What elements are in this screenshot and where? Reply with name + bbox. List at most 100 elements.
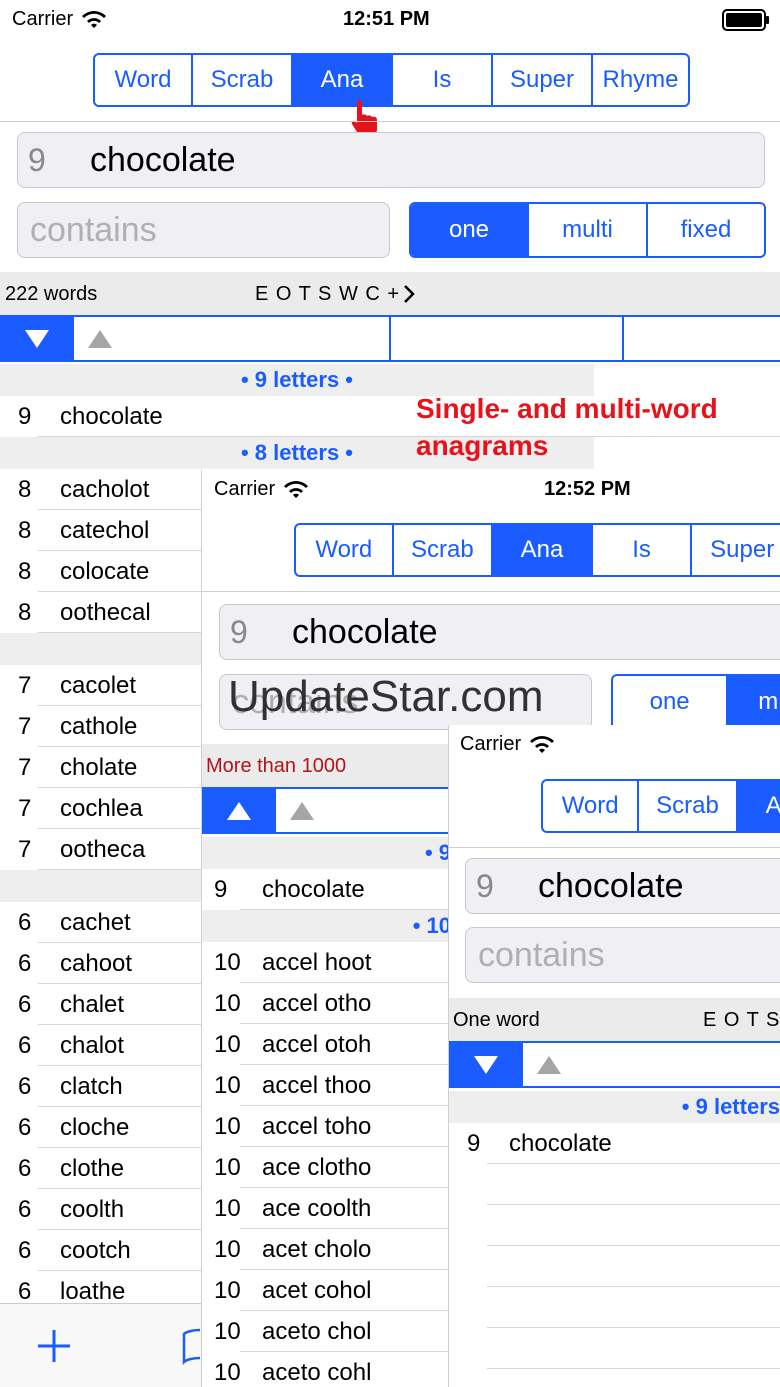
empty-row: [449, 1369, 780, 1387]
word-length: 8: [18, 475, 32, 503]
sort-descending-button[interactable]: [0, 317, 74, 360]
word-length: 10: [214, 1276, 241, 1304]
results-bar: 222 words E O T S W C +: [0, 272, 780, 316]
word-length: 10: [214, 1112, 241, 1140]
clock: 12:51 PM: [343, 8, 430, 30]
word-length: 6: [18, 1277, 32, 1305]
tab-super[interactable]: Super: [692, 525, 780, 575]
top-letters: E O T S W C +: [255, 282, 401, 305]
tab-ana[interactable]: Ana: [493, 525, 593, 575]
word-list: • 9 letters 9 chocolate: [449, 1091, 780, 1387]
word-value: chocolate: [538, 866, 684, 905]
word-length: 8: [18, 516, 32, 544]
empty-row: [449, 1164, 780, 1205]
word-length: 9: [18, 402, 32, 430]
mode-fixed[interactable]: fixed: [648, 204, 764, 256]
mode-one[interactable]: one: [411, 204, 529, 256]
header-divider: [449, 847, 780, 848]
wifi-icon: [284, 480, 309, 498]
word-length: 7: [18, 753, 32, 781]
sort-bar: [0, 315, 780, 362]
tab-is[interactable]: Is: [593, 525, 693, 575]
tab-is[interactable]: Is: [393, 55, 493, 105]
sort-column-2[interactable]: [391, 317, 624, 360]
word-length: 10: [214, 989, 241, 1017]
word-length: 10: [214, 1317, 241, 1345]
mode-tabs: Word Scrab A: [541, 779, 780, 833]
triangle-up-icon: [290, 801, 314, 820]
tab-rhyme[interactable]: Rhyme: [593, 55, 688, 105]
word-input[interactable]: 9 chocolate: [17, 132, 765, 188]
word-length: 10: [214, 1071, 241, 1099]
sort-column-3[interactable]: [624, 317, 780, 360]
list-item[interactable]: 9 chocolate: [449, 1123, 780, 1164]
results-bar: One word E O T S: [449, 998, 780, 1042]
word-value: chocolate: [292, 612, 438, 651]
word-length: 6: [18, 1195, 32, 1223]
word-length: 9: [476, 867, 494, 904]
triangle-down-icon: [474, 1055, 498, 1074]
carrier-label: Carrier: [460, 733, 555, 756]
sort-bar: [449, 1041, 780, 1088]
wifi-icon: [82, 10, 107, 28]
word-count-mode: one m: [611, 674, 780, 730]
word-length: 7: [18, 835, 32, 863]
word-length: 10: [214, 1235, 241, 1263]
contains-placeholder: contains: [478, 935, 605, 974]
tab-super[interactable]: Super: [493, 55, 593, 105]
status-bar: Carrier 12:52 PM: [202, 470, 780, 510]
empty-row: [449, 1205, 780, 1246]
wifi-icon: [530, 735, 555, 753]
mode-one[interactable]: one: [613, 676, 729, 728]
word-length: 10: [214, 948, 241, 976]
header-divider: [0, 121, 780, 122]
empty-row: [449, 1287, 780, 1328]
tab-scrab[interactable]: Scrab: [639, 781, 738, 831]
word-length: 10: [214, 1358, 241, 1386]
sort-ascending-button[interactable]: [202, 789, 276, 832]
word-length: 9: [214, 875, 228, 903]
tab-ana[interactable]: A: [737, 781, 780, 831]
word-length: 6: [18, 908, 32, 936]
contains-placeholder: contains: [30, 210, 157, 249]
word-length: 6: [18, 990, 32, 1018]
word-length: 6: [18, 1154, 32, 1182]
tab-scrab[interactable]: Scrab: [394, 525, 494, 575]
tab-word[interactable]: Word: [95, 55, 193, 105]
word-input[interactable]: 9 chocolate: [219, 604, 780, 660]
mode-tabs: Word Scrab Ana Is Super: [294, 523, 780, 577]
status-bar: Carrier: [449, 725, 780, 765]
word-length: 6: [18, 949, 32, 977]
word-length: 9: [230, 613, 248, 650]
word-text: chocolate: [509, 1129, 612, 1157]
word-input[interactable]: 9 chocolate: [465, 858, 780, 914]
word-length: 9: [28, 141, 46, 178]
contains-input[interactable]: contains: [17, 202, 390, 258]
tab-scrab[interactable]: Scrab: [193, 55, 293, 105]
word-length: 7: [18, 671, 32, 699]
screen-oneword: Carrier Word Scrab A 9 chocolate contain…: [448, 725, 780, 1387]
word-length: 10: [214, 1153, 241, 1181]
sort-ascending-button[interactable]: [74, 317, 391, 360]
sort-ascending-button[interactable]: [523, 1043, 780, 1086]
tab-word[interactable]: Word: [296, 525, 394, 575]
triangle-down-icon: [25, 329, 49, 348]
result-count: More than 1000: [206, 754, 347, 777]
mode-multi[interactable]: m: [728, 676, 780, 728]
word-length: 8: [18, 557, 32, 585]
empty-row: [449, 1328, 780, 1369]
plus-icon[interactable]: [36, 1328, 72, 1364]
sort-descending-button[interactable]: [449, 1043, 523, 1086]
triangle-up-icon: [88, 329, 112, 348]
chevron-right-icon[interactable]: [402, 284, 416, 304]
word-length: 10: [214, 1194, 241, 1222]
contains-input[interactable]: contains: [465, 927, 780, 983]
mode-multi[interactable]: multi: [529, 204, 648, 256]
triangle-up-icon: [537, 1055, 561, 1074]
tab-word[interactable]: Word: [543, 781, 640, 831]
word-length: 6: [18, 1072, 32, 1100]
word-length: 10: [214, 1030, 241, 1058]
result-count: One word: [453, 1008, 540, 1031]
book-icon[interactable]: [182, 1326, 202, 1366]
top-letters: E O T S: [703, 1008, 780, 1031]
